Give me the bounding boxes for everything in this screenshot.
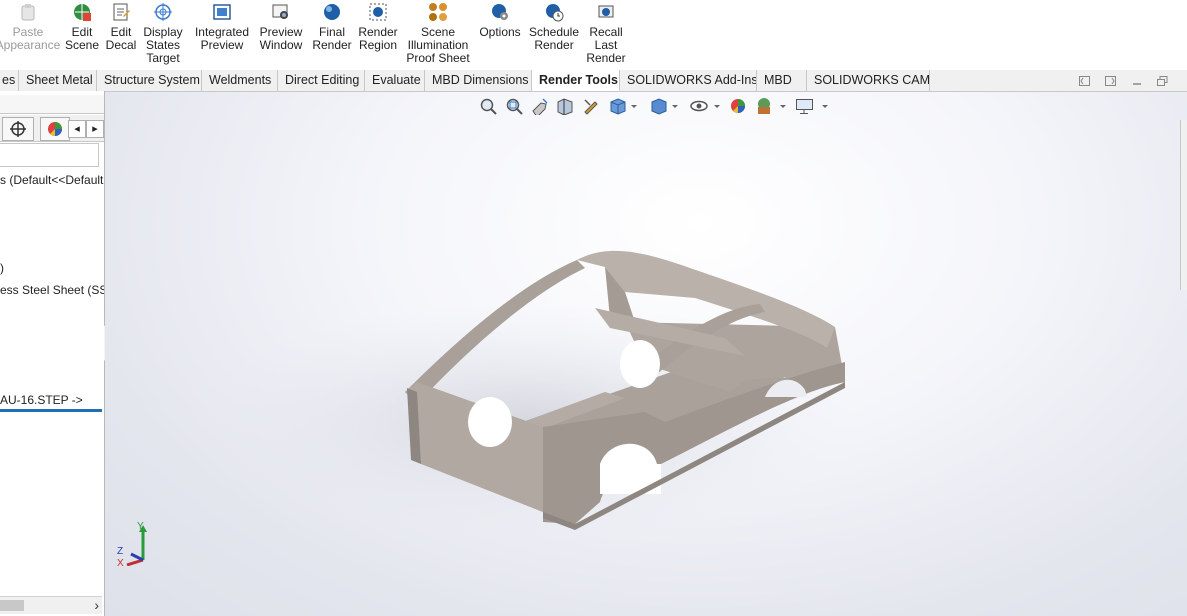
integrated-preview-icon xyxy=(212,2,232,22)
scene-illumination-proof-sheet-button[interactable]: Scene Illumination Proof Sheet xyxy=(404,0,472,65)
car-far-wheel-opening xyxy=(620,340,660,388)
scroll-right-arrow[interactable]: › xyxy=(94,597,99,614)
filter-field[interactable] xyxy=(0,143,99,167)
task-pane-tab-strip[interactable] xyxy=(1180,120,1187,290)
scrollbar-thumb[interactable] xyxy=(0,600,24,611)
tab-solidworks-cam[interactable]: SOLIDWORKS CAM xyxy=(807,70,930,91)
tile-right-icon[interactable] xyxy=(1104,74,1118,88)
reference-triad: Y Z X xyxy=(115,520,159,569)
render-region-icon xyxy=(368,2,388,22)
schedule-render-button[interactable]: Schedule Render xyxy=(529,0,579,52)
schedule-render-icon xyxy=(544,2,564,22)
panel-tabs-bar: ◂ ▸ xyxy=(0,115,104,142)
car-body-model[interactable] xyxy=(105,92,1187,616)
tab-render-tools[interactable]: Render Tools xyxy=(532,70,620,91)
restore-icon[interactable] xyxy=(1155,74,1169,88)
crosshair-icon xyxy=(10,121,26,137)
tab-mbd[interactable]: MBD xyxy=(757,70,807,91)
tree-item-paren[interactable]: ) xyxy=(0,261,4,275)
tree-config-item[interactable]: s (Default<<Default xyxy=(0,173,104,187)
tab-partial[interactable]: es xyxy=(0,70,19,91)
dimxpert-manager-tab[interactable] xyxy=(2,117,34,141)
recall-last-render-icon xyxy=(596,2,616,22)
final-render-icon xyxy=(322,2,342,22)
command-manager-ribbon: Paste Appearance Edit Scene Edit Decal D… xyxy=(0,0,1187,71)
tile-left-icon[interactable] xyxy=(1078,74,1092,88)
display-manager-icon xyxy=(48,122,62,137)
preview-window-button[interactable]: Preview Window xyxy=(256,0,306,52)
triad-x-label: X xyxy=(117,558,124,566)
tab-mbd-dimensions[interactable]: MBD Dimensions xyxy=(425,70,532,91)
horizontal-scrollbar[interactable]: › xyxy=(0,596,102,614)
display-manager-tab[interactable] xyxy=(40,117,70,141)
tree-selection-bar xyxy=(0,409,102,412)
render-region-button[interactable]: Render Region xyxy=(357,0,399,52)
tab-direct-editing[interactable]: Direct Editing xyxy=(278,70,365,91)
display-states-target-button[interactable]: Display States Target xyxy=(140,0,186,65)
feature-manager-panel: ◂ ▸ s (Default<<Default ) ess Steel Shee… xyxy=(0,91,113,616)
command-manager-tabs: es Sheet Metal Structure System Weldment… xyxy=(0,70,1187,92)
paste-appearance-button[interactable]: Paste Appearance xyxy=(0,0,60,52)
recall-last-render-button[interactable]: Recall Last Render xyxy=(585,0,627,65)
integrated-preview-button[interactable]: Integrated Preview xyxy=(192,0,252,52)
panel-scroll-right[interactable]: ▸ xyxy=(86,120,104,138)
panel-scroll-left[interactable]: ◂ xyxy=(68,120,86,138)
tab-weldments[interactable]: Weldments xyxy=(202,70,278,91)
tab-sheet-metal[interactable]: Sheet Metal xyxy=(19,70,97,91)
edit-scene-icon xyxy=(72,2,92,22)
minimize-icon[interactable] xyxy=(1130,74,1144,88)
scene-illumination-icon xyxy=(428,2,448,22)
triad-z-label: Z xyxy=(117,546,123,557)
car-front-wheel-opening xyxy=(468,397,512,447)
graphics-area[interactable]: Y Z X xyxy=(105,92,1187,616)
display-states-target-icon xyxy=(153,2,173,22)
triad-y-label: Y xyxy=(137,521,144,532)
paste-appearance-icon xyxy=(18,2,38,22)
edit-scene-button[interactable]: Edit Scene xyxy=(64,0,100,52)
tab-solidworks-add-ins[interactable]: SOLIDWORKS Add-Ins xyxy=(620,70,757,91)
edit-decal-icon xyxy=(111,2,131,22)
preview-window-icon xyxy=(271,2,291,22)
options-button[interactable]: Options xyxy=(477,0,523,39)
edit-decal-button[interactable]: Edit Decal xyxy=(103,0,139,52)
tab-structure-system[interactable]: Structure System xyxy=(97,70,202,91)
tree-material-item[interactable]: ess Steel Sheet (SS) xyxy=(0,283,104,297)
tree-file-item[interactable]: AU-16.STEP -> xyxy=(0,393,104,407)
options-icon xyxy=(490,2,510,22)
panel-header-strip xyxy=(0,95,104,114)
tab-evaluate[interactable]: Evaluate xyxy=(365,70,425,91)
final-render-button[interactable]: Final Render xyxy=(310,0,354,52)
